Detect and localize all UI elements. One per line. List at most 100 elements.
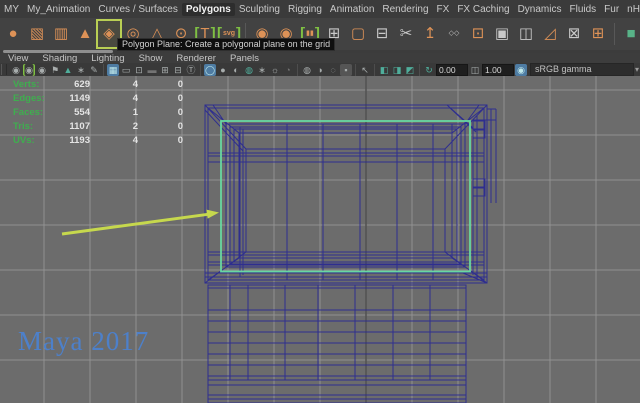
bridge-icon[interactable]: ◫ bbox=[515, 21, 537, 47]
hud-value: 0 bbox=[177, 121, 183, 132]
fill-hole-icon[interactable]: ⊟ bbox=[371, 21, 393, 47]
color-management-icon[interactable]: ◉ bbox=[515, 63, 527, 76]
poly-cone-icon[interactable]: ▲ bbox=[74, 21, 96, 47]
default-material-icon[interactable]: ◍ bbox=[243, 64, 255, 76]
extrude-icon[interactable]: ↥ bbox=[419, 21, 441, 47]
bevel-icon[interactable]: ⊡ bbox=[467, 21, 489, 47]
shelf-scrollbar[interactable] bbox=[3, 50, 113, 53]
menu-item-fur[interactable]: Fur bbox=[600, 3, 623, 16]
fill-hole-icon-glyph: ⊟ bbox=[375, 25, 389, 42]
hud-value: 4 bbox=[132, 79, 138, 90]
menu-item-fluids[interactable]: Fluids bbox=[565, 3, 600, 16]
grease-pencil-icon[interactable]: ✎ bbox=[88, 64, 100, 76]
split-icon[interactable]: ◿ bbox=[539, 21, 561, 47]
toolbar-separator bbox=[103, 63, 104, 76]
hud-row-verts: Verts: 629 4 0 bbox=[0, 79, 200, 93]
safe-action-icon[interactable]: ⊟ bbox=[172, 64, 184, 76]
wire-cube-icon-glyph: ▢ bbox=[350, 25, 366, 42]
exposure-icon[interactable]: ◍ bbox=[301, 64, 313, 76]
panel-menu-renderer[interactable]: Renderer bbox=[176, 53, 216, 64]
hud-value: 0 bbox=[177, 135, 183, 146]
poly-sphere-icon[interactable]: ● bbox=[2, 21, 24, 47]
target-weld-icon[interactable]: ▣ bbox=[491, 21, 513, 47]
menu-item-dynamics[interactable]: Dynamics bbox=[514, 3, 566, 16]
textured-mode-icon[interactable]: ◐ bbox=[230, 64, 242, 76]
background-toggle-icon[interactable]: ▪ bbox=[340, 63, 352, 76]
panel-menu-show[interactable]: Show bbox=[139, 53, 163, 64]
menu-item-my[interactable]: MY bbox=[0, 3, 23, 16]
wireframe-mode-icon[interactable]: ◯ bbox=[204, 63, 216, 76]
menu-item-nhair[interactable]: nHair bbox=[623, 3, 640, 16]
hud-label: Tris: bbox=[13, 121, 34, 132]
pane-layout-single-icon[interactable]: ◧ bbox=[378, 64, 390, 76]
select-camera-icon[interactable]: ◉ bbox=[10, 64, 22, 76]
film-gate-icon[interactable]: ▭ bbox=[120, 64, 132, 76]
multi-cut-icon[interactable]: ✂ bbox=[395, 21, 417, 47]
field-chart-icon[interactable]: ⊞ bbox=[159, 64, 171, 76]
menu-item-fx[interactable]: FX bbox=[433, 3, 454, 16]
panel-menu-lighting[interactable]: Lighting bbox=[91, 53, 124, 64]
menu-item-fx-caching[interactable]: FX Caching bbox=[453, 3, 513, 16]
hud-value: 1193 bbox=[69, 135, 90, 146]
bevel-icon-glyph: ⊡ bbox=[471, 25, 485, 42]
panel-menu-view[interactable]: View bbox=[8, 53, 28, 64]
hud-value: 4 bbox=[132, 93, 138, 104]
isolate-select-icon[interactable]: ↖ bbox=[359, 64, 371, 76]
safe-title-icon[interactable]: Ⓣ bbox=[185, 64, 197, 76]
panel-menu-shading[interactable]: Shading bbox=[42, 53, 77, 64]
menu-item-rendering[interactable]: Rendering bbox=[378, 3, 432, 16]
menu-item-polygons[interactable]: Polygons bbox=[181, 2, 235, 16]
viewport-toolbar: ◉ ◉ ◉ ⚑ ▲ ∗ ✎ ▦ ▭ ⊡ ▬ ⊞ ⊟ Ⓣ ◯ ● ◐ ◍ ∗ ☼ ◔ ◍ ◑ ◌ ▪ ↖ ◧ ◨ ◩ ↻ 0.00 ◫ 1.00 ◉… bbox=[0, 63, 640, 76]
hud-value: 1 bbox=[132, 107, 138, 118]
dropdown-arrow-icon[interactable]: ▾ bbox=[635, 65, 640, 74]
viewport-panel[interactable]: Verts: 629 4 0 Edges: 1149 4 0 Faces: 554 1 0 Tris: 1… bbox=[0, 76, 640, 403]
hud-row-faces: Faces: 554 1 0 bbox=[0, 107, 200, 121]
xray-mode-icon[interactable]: ∗ bbox=[256, 64, 268, 76]
bookmark-camera-icon[interactable]: ◉ bbox=[23, 64, 35, 76]
grid-icon[interactable]: ▦ bbox=[107, 63, 119, 76]
wire-cube-icon[interactable]: ▢ bbox=[347, 21, 369, 47]
gamma-field[interactable]: 1.00 bbox=[482, 63, 514, 76]
lock-camera-icon[interactable]: ◉ bbox=[36, 64, 48, 76]
merge-vertex-icon[interactable]: ⊞ bbox=[587, 21, 609, 47]
quad-draw-icon[interactable]: ◇◇ bbox=[443, 21, 465, 47]
hud-value: 554 bbox=[74, 107, 90, 118]
shadows-icon[interactable]: ◔ bbox=[282, 64, 294, 76]
hud-value: 629 bbox=[74, 79, 90, 90]
delete-edge-icon[interactable]: ⊠ bbox=[563, 21, 585, 47]
exposure-toggle-icon[interactable]: ◫ bbox=[469, 64, 481, 76]
menu-item-curves-surfaces[interactable]: Curves / Surfaces bbox=[94, 3, 181, 16]
gamma-ring-icon[interactable]: ◌ bbox=[327, 64, 339, 76]
hud-row-edges: Edges: 1149 4 0 bbox=[0, 93, 200, 107]
poly-cube-icon[interactable]: ▧ bbox=[26, 21, 48, 47]
poly-cylinder-icon[interactable]: ▥ bbox=[50, 21, 72, 47]
hud-value: 0 bbox=[177, 79, 183, 90]
hud-row-uvs: UVs: 1193 4 0 bbox=[0, 135, 200, 149]
split-icon-glyph: ◿ bbox=[544, 25, 556, 42]
exposure-field[interactable]: 0.00 bbox=[436, 63, 468, 76]
menu-item-my-animation[interactable]: My_Animation bbox=[23, 3, 94, 16]
menu-item-animation[interactable]: Animation bbox=[326, 3, 378, 16]
lighting-icon[interactable]: ☼ bbox=[269, 64, 281, 76]
gate-mask-icon[interactable]: ▬ bbox=[146, 64, 158, 76]
bookmark-flag-icon[interactable]: ⚑ bbox=[49, 64, 61, 76]
tooltip: Polygon Plane: Create a polygonal plane … bbox=[117, 38, 336, 51]
refresh-icon[interactable]: ↻ bbox=[423, 64, 435, 76]
menu-item-sculpting[interactable]: Sculpting bbox=[235, 3, 284, 16]
shaded-mode-icon[interactable]: ● bbox=[217, 64, 229, 76]
pane-layout-two-icon[interactable]: ◨ bbox=[391, 64, 403, 76]
toolbar-grip[interactable] bbox=[1, 64, 7, 75]
pane-layout-four-icon[interactable]: ◩ bbox=[404, 64, 416, 76]
view-axis-icon[interactable]: ∗ bbox=[75, 64, 87, 76]
resolution-gate-icon[interactable]: ⊡ bbox=[133, 64, 145, 76]
toolbar-separator bbox=[355, 63, 356, 76]
view-transform-dropdown[interactable]: sRGB gamma bbox=[530, 63, 634, 76]
merge-vertex-icon-glyph: ⊞ bbox=[591, 25, 605, 42]
panel-menu-panels[interactable]: Panels bbox=[230, 53, 259, 64]
menu-item-rigging[interactable]: Rigging bbox=[284, 3, 326, 16]
image-plane-icon[interactable]: ▲ bbox=[62, 64, 74, 76]
contrast-icon[interactable]: ◑ bbox=[314, 64, 326, 76]
hud-row-tris: Tris: 1107 2 0 bbox=[0, 121, 200, 135]
shelf-divider bbox=[614, 23, 615, 45]
uv-editor-icon[interactable]: ■ bbox=[620, 21, 640, 47]
